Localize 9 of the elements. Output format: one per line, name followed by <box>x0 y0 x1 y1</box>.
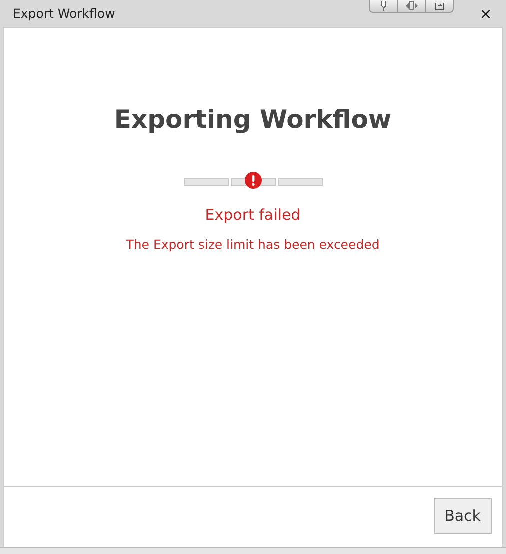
error-message: The Export size limit has been exceeded <box>126 237 380 252</box>
window-title: Export Workflow <box>13 6 116 21</box>
error-icon <box>244 172 262 189</box>
back-button[interactable]: Back <box>434 498 492 534</box>
heading: Exporting Workflow <box>114 105 392 134</box>
progress-segment <box>184 178 228 186</box>
status-text: Export failed <box>205 206 301 224</box>
close-button[interactable]: × <box>466 4 506 22</box>
progress-segment <box>278 178 322 186</box>
